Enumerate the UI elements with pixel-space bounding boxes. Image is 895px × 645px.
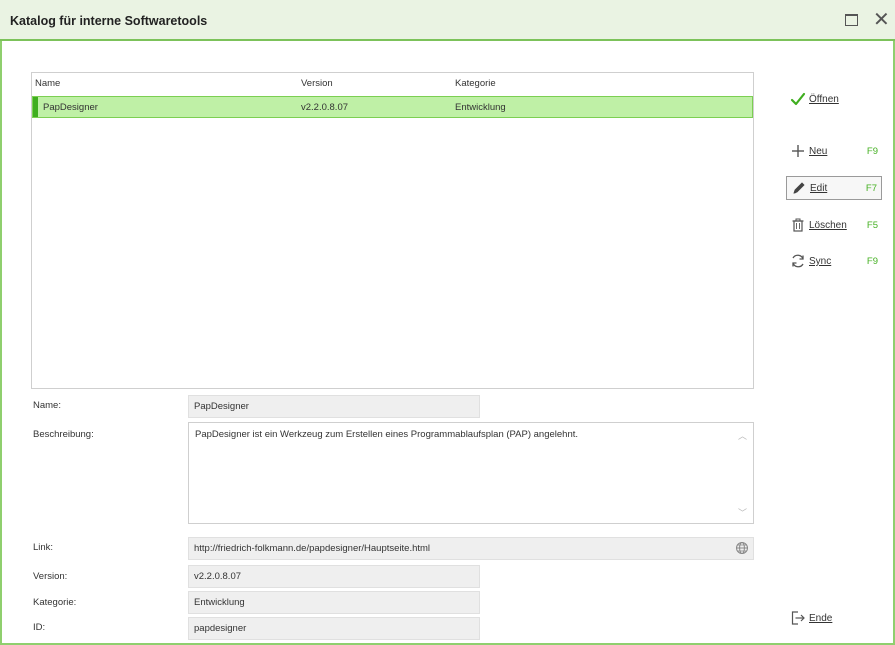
new-label: Neu bbox=[809, 146, 828, 157]
exit-icon bbox=[791, 611, 805, 625]
exit-label: Ende bbox=[809, 613, 833, 624]
selection-marker bbox=[33, 97, 38, 117]
open-button[interactable]: Öffnen bbox=[786, 88, 882, 112]
title-bar: Katalog für interne Softwaretools ✕ bbox=[0, 0, 895, 41]
edit-label: Edit bbox=[810, 183, 828, 194]
delete-label: Löschen bbox=[809, 220, 847, 231]
name-field[interactable]: PapDesigner bbox=[188, 395, 480, 418]
close-icon[interactable]: ✕ bbox=[873, 10, 891, 30]
description-text: PapDesigner ist ein Werkzeug zum Erstell… bbox=[195, 429, 579, 440]
plus-icon bbox=[792, 145, 804, 157]
table-row[interactable]: PapDesigner v2.2.0.8.07 Entwicklung bbox=[32, 96, 753, 118]
delete-shortcut: F5 bbox=[866, 220, 878, 231]
tools-table[interactable]: Name Version Kategorie PapDesigner v2.2.… bbox=[31, 72, 754, 389]
sync-shortcut: F9 bbox=[866, 256, 878, 267]
pencil-icon bbox=[793, 182, 805, 194]
column-header-version[interactable]: Version bbox=[301, 78, 333, 89]
checkmark-icon bbox=[790, 92, 806, 106]
edit-shortcut: F7 bbox=[865, 183, 877, 194]
maximize-icon[interactable] bbox=[845, 14, 858, 26]
window-title: Katalog für interne Softwaretools bbox=[10, 14, 208, 28]
cell-version: v2.2.0.8.07 bbox=[301, 102, 349, 113]
scroll-up-icon[interactable]: ︿ bbox=[738, 429, 747, 442]
sync-icon bbox=[792, 254, 804, 268]
category-label: Kategorie: bbox=[33, 597, 77, 608]
name-label: Name: bbox=[33, 400, 61, 411]
version-label: Version: bbox=[33, 571, 68, 582]
description-label: Beschreibung: bbox=[33, 429, 94, 440]
id-field[interactable]: papdesigner bbox=[188, 617, 480, 640]
exit-button[interactable]: Ende bbox=[786, 607, 882, 631]
cell-category: Entwicklung bbox=[455, 102, 506, 113]
version-field[interactable]: v2.2.0.8.07 bbox=[188, 565, 480, 588]
cell-name: PapDesigner bbox=[43, 102, 98, 113]
sync-button[interactable]: Sync F9 bbox=[786, 250, 882, 274]
new-shortcut: F9 bbox=[866, 146, 878, 157]
scroll-down-icon[interactable]: ﹀ bbox=[738, 506, 747, 519]
column-header-name[interactable]: Name bbox=[35, 78, 60, 89]
link-field[interactable]: http://friedrich-folkmann.de/papdesigner… bbox=[188, 537, 754, 560]
delete-button[interactable]: Löschen F5 bbox=[786, 214, 882, 238]
new-button[interactable]: Neu F9 bbox=[786, 140, 882, 164]
trash-icon bbox=[792, 218, 804, 232]
id-label: ID: bbox=[33, 622, 46, 633]
description-textarea[interactable]: PapDesigner ist ein Werkzeug zum Erstell… bbox=[188, 422, 754, 524]
link-label: Link: bbox=[33, 542, 54, 553]
category-field[interactable]: Entwicklung bbox=[188, 591, 480, 614]
sync-label: Sync bbox=[809, 256, 832, 267]
edit-button[interactable]: Edit F7 bbox=[786, 176, 882, 200]
open-label: Öffnen bbox=[809, 94, 839, 105]
globe-icon[interactable] bbox=[735, 541, 749, 555]
link-value: http://friedrich-folkmann.de/papdesigner… bbox=[194, 543, 431, 554]
column-header-category[interactable]: Kategorie bbox=[455, 78, 496, 89]
